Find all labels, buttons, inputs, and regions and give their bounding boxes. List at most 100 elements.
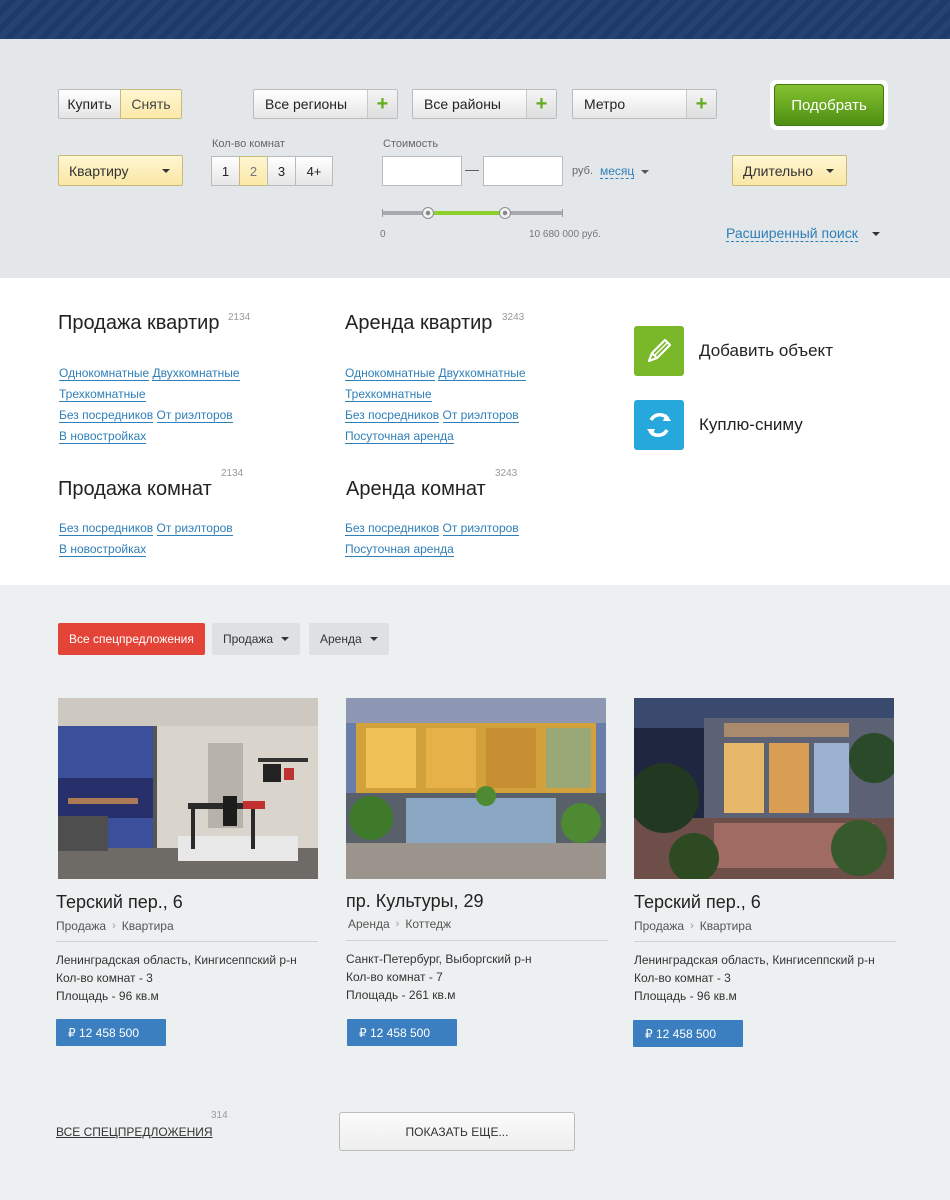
category-title[interactable]: Аренда квартир xyxy=(345,312,492,335)
search-panel: Купить Снять Все регионы + Все районы + … xyxy=(0,39,950,278)
filter-sale-dropdown[interactable]: Продажа xyxy=(212,623,301,655)
category-link[interactable]: От риэлторов xyxy=(442,521,519,536)
metro-label: Метро xyxy=(584,96,626,112)
category-link[interactable]: В новостройках xyxy=(59,429,147,444)
offer-rooms: Кол-во комнат - 7 xyxy=(346,970,443,984)
pencil-icon xyxy=(634,326,684,376)
caret-down-icon xyxy=(871,232,880,237)
offer-deal-type[interactable]: Аренда xyxy=(348,917,390,931)
slider-min-handle[interactable] xyxy=(422,207,434,219)
offer-area: Площадь - 261 кв.м xyxy=(346,988,456,1002)
add-object-label: Добавить объект xyxy=(699,341,833,360)
rooms-option-2[interactable]: 2 xyxy=(239,156,268,186)
offer-property-type[interactable]: Квартира xyxy=(122,919,174,933)
category-link[interactable]: В новостройках xyxy=(59,542,147,557)
property-type-dropdown[interactable]: Квартиру xyxy=(58,155,183,186)
all-offers-link[interactable]: ВСЕ СПЕЦПРЕДЛОЖЕНИЯ xyxy=(56,1125,213,1139)
category-count: 3243 xyxy=(495,468,518,479)
offer-property-type[interactable]: Квартира xyxy=(700,919,752,933)
offer-deal-type[interactable]: Продажа xyxy=(634,919,684,933)
rooms-option-4plus[interactable]: 4+ xyxy=(295,156,333,186)
advanced-search-link[interactable]: Расширенный поиск xyxy=(726,225,880,242)
category-link[interactable]: Однокомнатные xyxy=(59,366,150,381)
rent-toggle[interactable]: Снять xyxy=(120,89,182,119)
category-count: 3243 xyxy=(502,312,525,323)
offer-rooms: Кол-во комнат - 3 xyxy=(56,971,153,985)
offer-deal-type[interactable]: Продажа xyxy=(56,919,106,933)
regions-select[interactable]: Все регионы + xyxy=(253,89,398,119)
price-to-input[interactable] xyxy=(483,156,563,186)
caret-down-icon xyxy=(281,637,290,641)
period-label: месяц xyxy=(600,164,635,179)
category-link[interactable]: Посуточная аренда xyxy=(345,429,454,444)
show-more-button[interactable]: ПОКАЗАТЬ ЕЩЕ... xyxy=(339,1112,575,1151)
districts-select[interactable]: Все районы + xyxy=(412,89,557,119)
offer-price-button[interactable]: ₽ 12 458 500 xyxy=(633,1020,743,1047)
offer-photo[interactable] xyxy=(634,698,894,879)
offer-title[interactable]: Терский пер., 6 xyxy=(56,892,318,913)
rooms-selector: 1 2 3 4+ xyxy=(211,156,333,186)
rooms-option-1[interactable]: 1 xyxy=(211,156,240,186)
deal-mode-toggle: Купить Снять xyxy=(58,89,182,119)
offer-card[interactable]: пр. Культуры, 29 Аренда › Коттедж Санкт-… xyxy=(346,698,608,1046)
all-offers-count: 314 xyxy=(211,1110,228,1121)
category-link[interactable]: От риэлторов xyxy=(156,408,233,423)
category-link[interactable]: Однокомнатные xyxy=(345,366,436,381)
category-link[interactable]: От риэлторов xyxy=(442,408,519,423)
offer-details: Санкт-Петербург, Выборгский р-н Кол-во к… xyxy=(346,950,608,1004)
add-region-plus-icon[interactable]: + xyxy=(367,90,397,118)
card-divider xyxy=(346,940,608,941)
offer-rooms: Кол-во комнат - 3 xyxy=(634,971,731,985)
category-link[interactable]: Без посредников xyxy=(345,408,440,423)
category-link[interactable]: Без посредников xyxy=(59,521,154,536)
slider-min-value: 0 xyxy=(380,229,386,240)
metro-select[interactable]: Метро + xyxy=(572,89,717,119)
category-link[interactable]: Без посредников xyxy=(345,521,440,536)
category-link[interactable]: Без посредников xyxy=(59,408,154,423)
caret-down-icon xyxy=(640,169,649,174)
price-slider[interactable] xyxy=(382,207,563,219)
category-sale-rooms: Продажа комнат xyxy=(58,478,212,501)
category-title[interactable]: Продажа квартир xyxy=(58,312,219,335)
offer-location: Ленинградская область, Кингисеппский р-н xyxy=(56,953,297,967)
add-district-plus-icon[interactable]: + xyxy=(526,90,556,118)
offer-card[interactable]: Терский пер., 6 Продажа › Квартира Ленин… xyxy=(56,698,318,1046)
offer-title[interactable]: Терский пер., 6 xyxy=(634,892,896,913)
offer-price-button[interactable]: ₽ 12 458 500 xyxy=(347,1019,457,1046)
offer-photo[interactable] xyxy=(346,698,606,879)
filter-rent-dropdown[interactable]: Аренда xyxy=(309,623,389,655)
category-links: Без посредников От риэлторов В новострой… xyxy=(59,518,233,560)
buy-rent-action[interactable]: Куплю-сниму xyxy=(634,400,803,450)
category-link[interactable]: Трехкомнатные xyxy=(345,387,432,402)
add-object-action[interactable]: Добавить объект xyxy=(634,326,833,376)
offer-price-button[interactable]: ₽ 12 458 500 xyxy=(56,1019,166,1046)
category-link[interactable]: Двухкомнатные xyxy=(152,366,240,381)
chevron-right-icon: › xyxy=(112,920,116,932)
offer-title[interactable]: пр. Культуры, 29 xyxy=(346,891,608,912)
slider-tick-end xyxy=(562,209,563,217)
category-links: Однокомнатные Двухкомнатные Трехкомнатны… xyxy=(345,363,526,447)
buy-rent-label: Куплю-сниму xyxy=(699,415,803,434)
add-metro-plus-icon[interactable]: + xyxy=(686,90,716,118)
price-from-input[interactable] xyxy=(382,156,462,186)
offer-property-type[interactable]: Коттедж xyxy=(405,917,451,931)
rooms-option-3[interactable]: 3 xyxy=(267,156,296,186)
filter-sale-label: Продажа xyxy=(223,632,274,646)
offer-location: Санкт-Петербург, Выборгский р-н xyxy=(346,952,532,966)
category-title[interactable]: Продажа комнат xyxy=(58,478,212,501)
period-selector[interactable]: месяц xyxy=(600,164,649,179)
price-range-dash: — xyxy=(465,161,479,177)
submit-search-button[interactable]: Подобрать xyxy=(774,84,884,126)
category-link[interactable]: Трехкомнатные xyxy=(59,387,146,402)
buy-toggle[interactable]: Купить xyxy=(58,89,121,119)
slider-max-handle[interactable] xyxy=(499,207,511,219)
category-link[interactable]: Посуточная аренда xyxy=(345,542,454,557)
category-title[interactable]: Аренда комнат xyxy=(346,478,486,501)
regions-label: Все регионы xyxy=(265,96,348,112)
category-link[interactable]: Двухкомнатные xyxy=(438,366,526,381)
offer-photo[interactable] xyxy=(58,698,318,879)
duration-dropdown[interactable]: Длительно xyxy=(732,155,847,186)
category-link[interactable]: От риэлторов xyxy=(156,521,233,536)
filter-all-offers[interactable]: Все спецпредложения xyxy=(58,623,205,655)
offer-card[interactable]: Терский пер., 6 Продажа › Квартира Ленин… xyxy=(633,698,896,1047)
